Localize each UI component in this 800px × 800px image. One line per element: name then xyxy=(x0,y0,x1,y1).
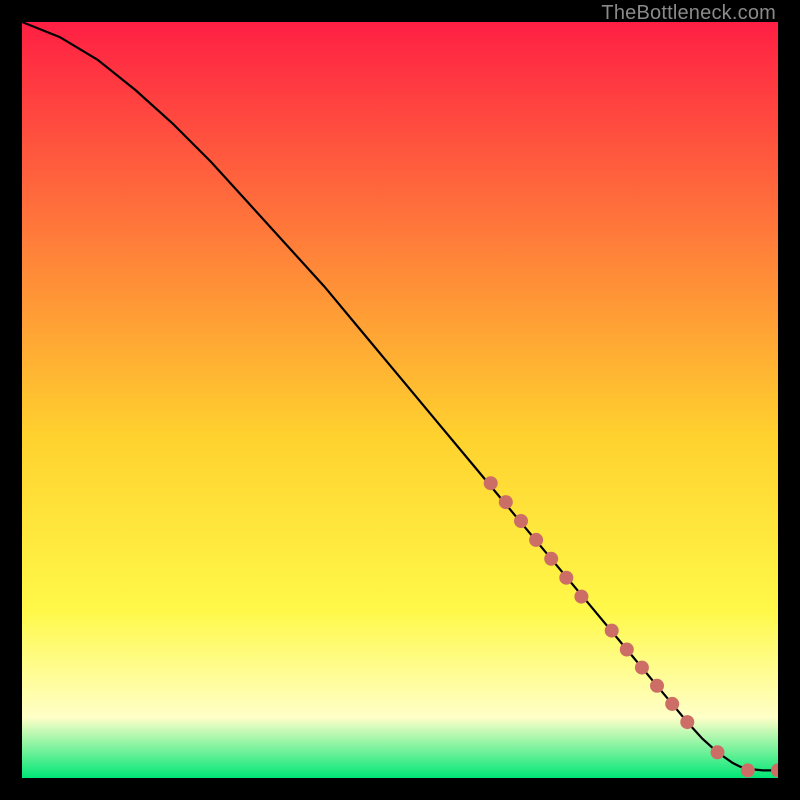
highlight-dot xyxy=(574,590,588,604)
chart-frame xyxy=(22,22,778,778)
highlight-dot xyxy=(514,514,528,528)
chart-svg xyxy=(22,22,778,778)
highlight-dot xyxy=(529,533,543,547)
highlight-dot xyxy=(605,624,619,638)
gradient-background xyxy=(22,22,778,778)
highlight-dot xyxy=(711,745,725,759)
watermark-text: TheBottleneck.com xyxy=(601,2,776,25)
highlight-dot xyxy=(484,476,498,490)
highlight-dot xyxy=(499,495,513,509)
highlight-dot xyxy=(620,643,634,657)
highlight-dot xyxy=(635,661,649,675)
highlight-dot xyxy=(650,679,664,693)
highlight-dot xyxy=(559,571,573,585)
highlight-dot xyxy=(665,697,679,711)
highlight-dot xyxy=(741,763,755,777)
highlight-dot xyxy=(544,552,558,566)
highlight-dot xyxy=(680,715,694,729)
